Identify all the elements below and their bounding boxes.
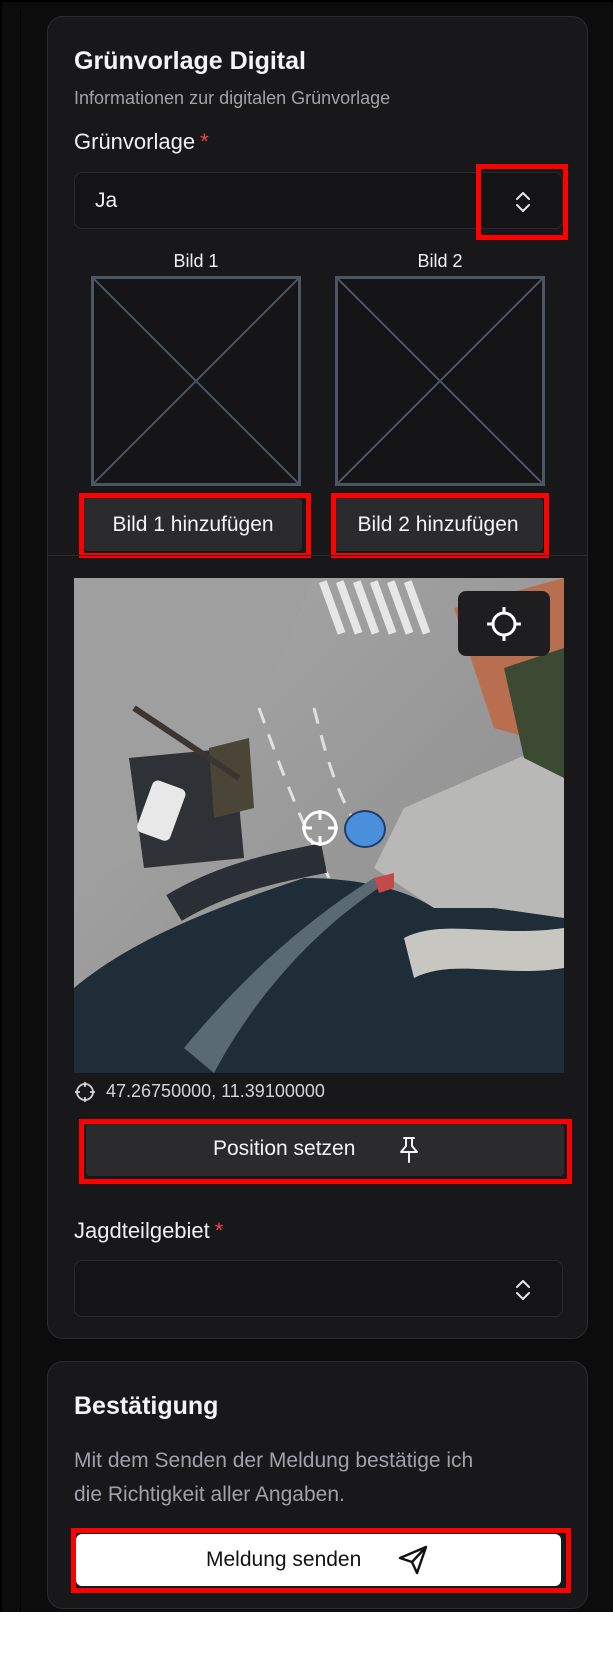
- highlight-box: [79, 1119, 572, 1184]
- locate-button[interactable]: [458, 591, 550, 656]
- section-title: Grünvorlage Digital: [74, 47, 306, 75]
- highlight-box: [331, 493, 549, 558]
- location-marker: [344, 810, 386, 848]
- image-2-placeholder-icon: [335, 276, 545, 486]
- required-mark: *: [214, 1218, 224, 1243]
- image-1-placeholder-icon: [91, 276, 301, 486]
- confirmation-text-line: die Richtigkeit aller Angaben.: [74, 1483, 345, 1506]
- section-divider: [47, 555, 588, 556]
- confirmation-text: Mit dem Senden der Meldung bestätige ich…: [74, 1444, 473, 1512]
- image-2-label: Bild 2: [417, 251, 463, 271]
- chevron-up-down-icon: [516, 1280, 530, 1300]
- hunting-area-select[interactable]: [74, 1260, 563, 1317]
- locate-target-icon: [487, 607, 521, 641]
- green-template-label: Grünvorlage *: [74, 129, 209, 155]
- highlight-box: [476, 164, 568, 240]
- coordinates-text: 47.26750000, 11.39100000: [106, 1081, 325, 1101]
- confirmation-title: Bestätigung: [74, 1392, 219, 1420]
- field-label-text: Jagdteilgebiet: [74, 1218, 210, 1243]
- section-subtitle: Informationen zur digitalen Grünvorlage: [74, 88, 391, 108]
- highlight-box: [79, 493, 311, 558]
- coordinates-icon: [75, 1082, 95, 1102]
- highlight-box: [71, 1528, 571, 1593]
- hunting-area-label: Jagdteilgebiet *: [74, 1218, 223, 1244]
- crosshair-icon: [302, 810, 338, 846]
- select-value: Ja: [95, 189, 118, 212]
- field-label-text: Grünvorlage: [74, 129, 196, 154]
- required-mark: *: [200, 129, 209, 154]
- image-1-label: Bild 1: [173, 251, 219, 271]
- frame-border: [20, 10, 21, 1612]
- confirmation-text-line: Mit dem Senden der Meldung bestätige ich: [74, 1449, 474, 1472]
